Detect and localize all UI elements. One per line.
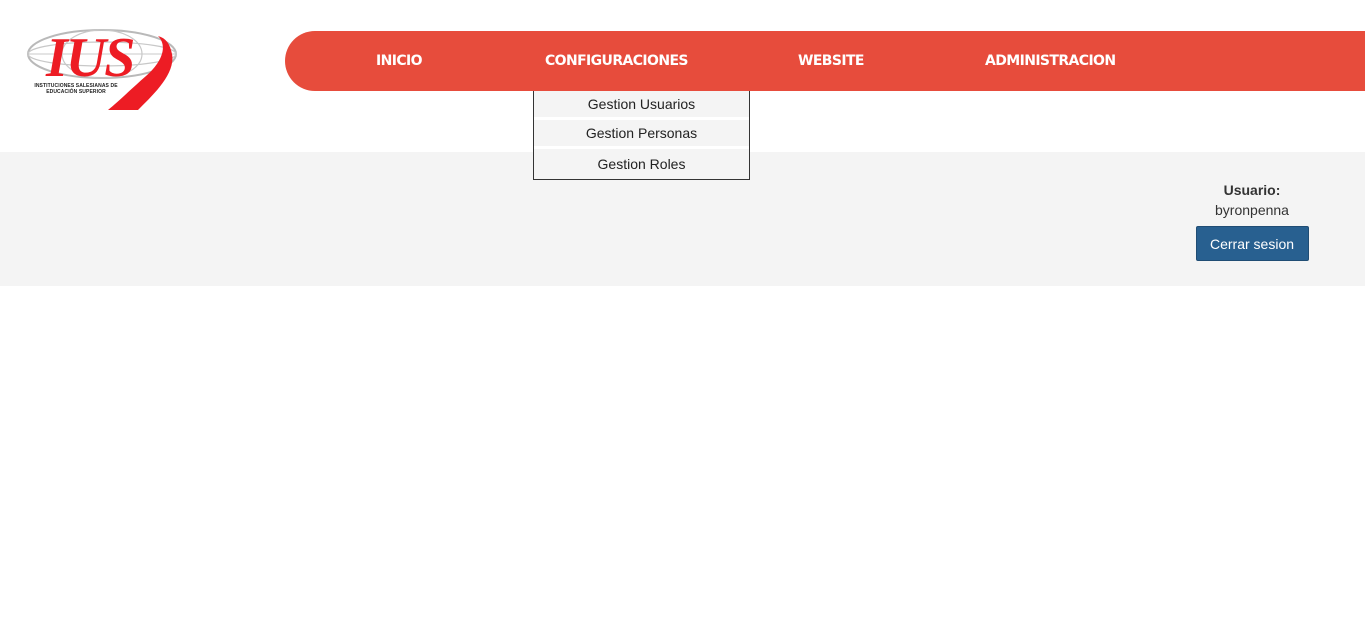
logo-caption-line2: EDUCACIÓN SUPERIOR	[46, 89, 106, 95]
nav-item-administracion[interactable]: ADMINISTRACION	[985, 31, 1116, 91]
username-value: byronpenna	[1215, 202, 1289, 218]
user-panel: Usuario: byronpenna Cerrar sesion	[1180, 181, 1324, 261]
user-label: Usuario:	[1223, 182, 1281, 198]
logo-caption: INSTITUCIONES SALESIANAS DE EDUCACIÓN SU…	[30, 83, 122, 95]
nav-item-configuraciones[interactable]: CONFIGURACIONES	[545, 31, 688, 91]
nav-item-website[interactable]: WEBSITE	[798, 31, 864, 91]
ius-logo[interactable]: IUS INSTITUCIONES SALESIANAS DE EDUCACIÓ…	[26, 24, 182, 114]
menu-item-gestion-roles[interactable]: Gestion Roles	[534, 149, 749, 179]
main-navbar: INICIO CONFIGURACIONES WEBSITE ADMINISTR…	[285, 31, 1365, 91]
menu-item-gestion-usuarios[interactable]: Gestion Usuarios	[534, 91, 749, 117]
logo-letters: IUS	[45, 27, 133, 89]
ius-logo-graphic: IUS	[27, 27, 177, 110]
nav-item-inicio[interactable]: INICIO	[376, 31, 423, 91]
configuraciones-dropdown-menu: Gestion Usuarios Gestion Personas Gestio…	[533, 91, 750, 180]
menu-item-gestion-personas[interactable]: Gestion Personas	[534, 120, 749, 146]
logout-button[interactable]: Cerrar sesion	[1195, 226, 1309, 261]
